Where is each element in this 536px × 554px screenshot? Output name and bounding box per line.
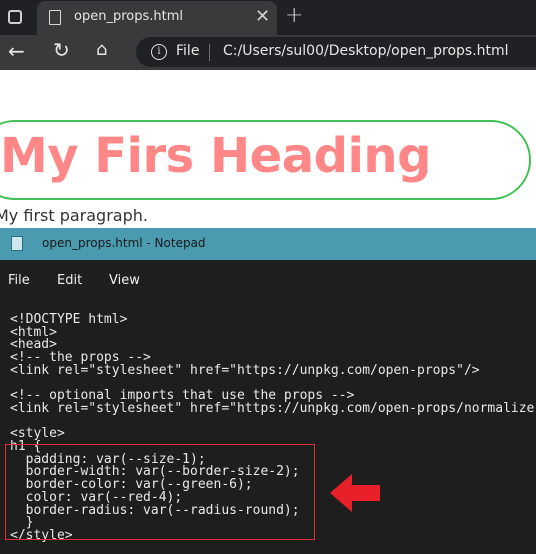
- browser-tab[interactable]: open_props.html ✕: [37, 1, 277, 35]
- new-tab-button[interactable]: +: [285, 3, 303, 28]
- notepad-menu-bar: File Edit View: [0, 260, 536, 300]
- home-icon[interactable]: ⌂: [96, 39, 107, 60]
- info-icon[interactable]: i: [151, 44, 167, 60]
- close-icon[interactable]: ✕: [255, 6, 270, 27]
- refresh-icon[interactable]: ↻: [53, 38, 70, 62]
- tab-actions-icon[interactable]: [8, 10, 22, 24]
- highlight-rectangle: [5, 444, 315, 540]
- menu-file[interactable]: File: [8, 273, 30, 288]
- address-divider: [209, 44, 210, 61]
- address-scheme: File: [176, 43, 200, 59]
- tab-title: open_props.html: [74, 9, 183, 24]
- file-icon: [49, 10, 61, 25]
- page-viewport: My Firs Heading My first paragraph.: [0, 70, 536, 228]
- menu-edit[interactable]: Edit: [57, 273, 82, 288]
- page-paragraph: My first paragraph.: [0, 206, 148, 225]
- red-arrow-icon: [330, 474, 380, 512]
- notepad-title: open_props.html - Notepad: [42, 236, 206, 250]
- notepad-titlebar: open_props.html - Notepad: [0, 228, 536, 260]
- notepad-icon: [11, 236, 23, 251]
- browser-toolbar: ← ↻ ⌂ i File C:/Users/sul00/Desktop/open…: [0, 35, 536, 70]
- address-bar[interactable]: i File C:/Users/sul00/Desktop/open_props…: [136, 37, 536, 67]
- back-arrow-icon[interactable]: ←: [8, 39, 25, 63]
- menu-view[interactable]: View: [109, 273, 140, 288]
- page-heading: My Firs Heading: [0, 128, 431, 184]
- browser-tab-bar: open_props.html ✕ +: [0, 0, 536, 35]
- address-url[interactable]: C:/Users/sul00/Desktop/open_props.html: [223, 43, 509, 59]
